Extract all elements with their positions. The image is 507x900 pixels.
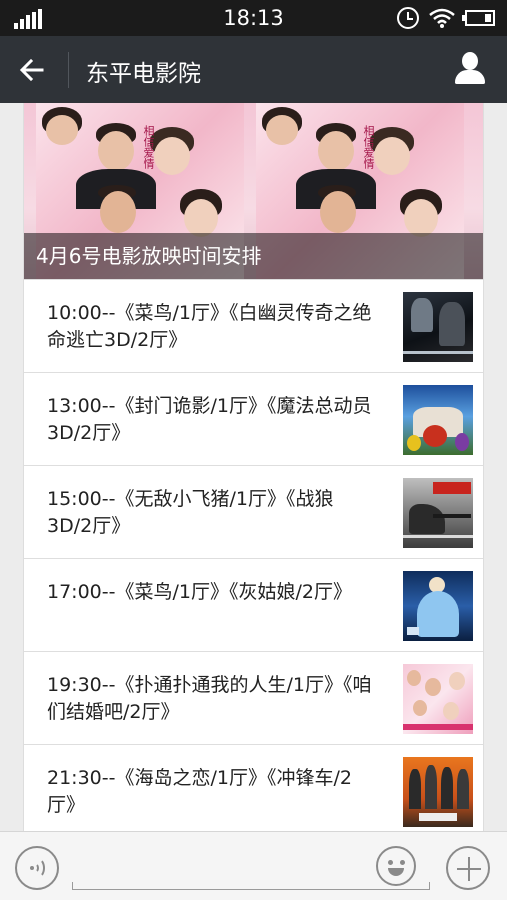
movie-poster-thumbnail (403, 478, 473, 548)
alarm-icon (397, 7, 419, 29)
banner-caption: 4月6号电影放映时间安排 (36, 244, 262, 268)
movie-poster-thumbnail (403, 292, 473, 362)
schedule-list: 10:00--《菜鸟/1厅》《白幽灵传奇之绝命逃亡3D/2厅》 13:00--《… (24, 279, 483, 831)
schedule-item-text: 19:30--《扑通扑通我的人生/1厅》《咱们结婚吧/2厅》 (47, 674, 372, 723)
movie-poster-thumbnail (403, 571, 473, 641)
schedule-item-text: 15:00--《无敌小飞猪/1厅》《战狼3D/2厅》 (47, 488, 334, 537)
schedule-item[interactable]: 21:30--《海岛之恋/1厅》《冲锋车/2厅》 (24, 744, 483, 831)
movie-poster-thumbnail (403, 664, 473, 734)
emoji-icon[interactable] (376, 846, 416, 886)
input-bar (0, 831, 507, 900)
schedule-item[interactable]: 13:00--《封门诡影/1厅》《魔法总动员3D/2厅》 (24, 372, 483, 465)
movie-poster-thumbnail (403, 757, 473, 827)
status-bar: 18:13 (0, 0, 507, 36)
person-icon[interactable] (453, 50, 487, 88)
nav-bar: 东平电影院 (0, 36, 507, 103)
banner[interactable]: 相信爱情 相信爱情 4月6号电影放映时间安排 (24, 103, 483, 279)
battery-icon (462, 10, 495, 26)
plus-icon[interactable] (446, 846, 490, 890)
schedule-item[interactable]: 10:00--《菜鸟/1厅》《白幽灵传奇之绝命逃亡3D/2厅》 (24, 279, 483, 372)
article-card: 相信爱情 相信爱情 4月6号电影放映时间安排 10:00--《菜鸟/1厅》《白幽… (23, 103, 484, 831)
schedule-item[interactable]: 19:30--《扑通扑通我的人生/1厅》《咱们结婚吧/2厅》 (24, 651, 483, 744)
schedule-item-text: 13:00--《封门诡影/1厅》《魔法总动员3D/2厅》 (47, 395, 372, 444)
page-title: 东平电影院 (86, 61, 201, 87)
movie-poster-thumbnail (403, 385, 473, 455)
voice-icon[interactable] (15, 846, 59, 890)
status-icons (397, 6, 495, 30)
wifi-icon (429, 8, 455, 28)
message-input[interactable] (72, 882, 430, 890)
schedule-item[interactable]: 15:00--《无敌小飞猪/1厅》《战狼3D/2厅》 (24, 465, 483, 558)
schedule-item-text: 21:30--《海岛之恋/1厅》《冲锋车/2厅》 (47, 767, 352, 816)
schedule-item[interactable]: 17:00--《菜鸟/1厅》《灰姑娘/2厅》 (24, 558, 483, 651)
back-arrow-icon[interactable] (16, 54, 48, 86)
nav-divider (68, 52, 69, 88)
schedule-item-text: 10:00--《菜鸟/1厅》《白幽灵传奇之绝命逃亡3D/2厅》 (47, 302, 372, 351)
schedule-item-text: 17:00--《菜鸟/1厅》《灰姑娘/2厅》 (47, 581, 352, 603)
